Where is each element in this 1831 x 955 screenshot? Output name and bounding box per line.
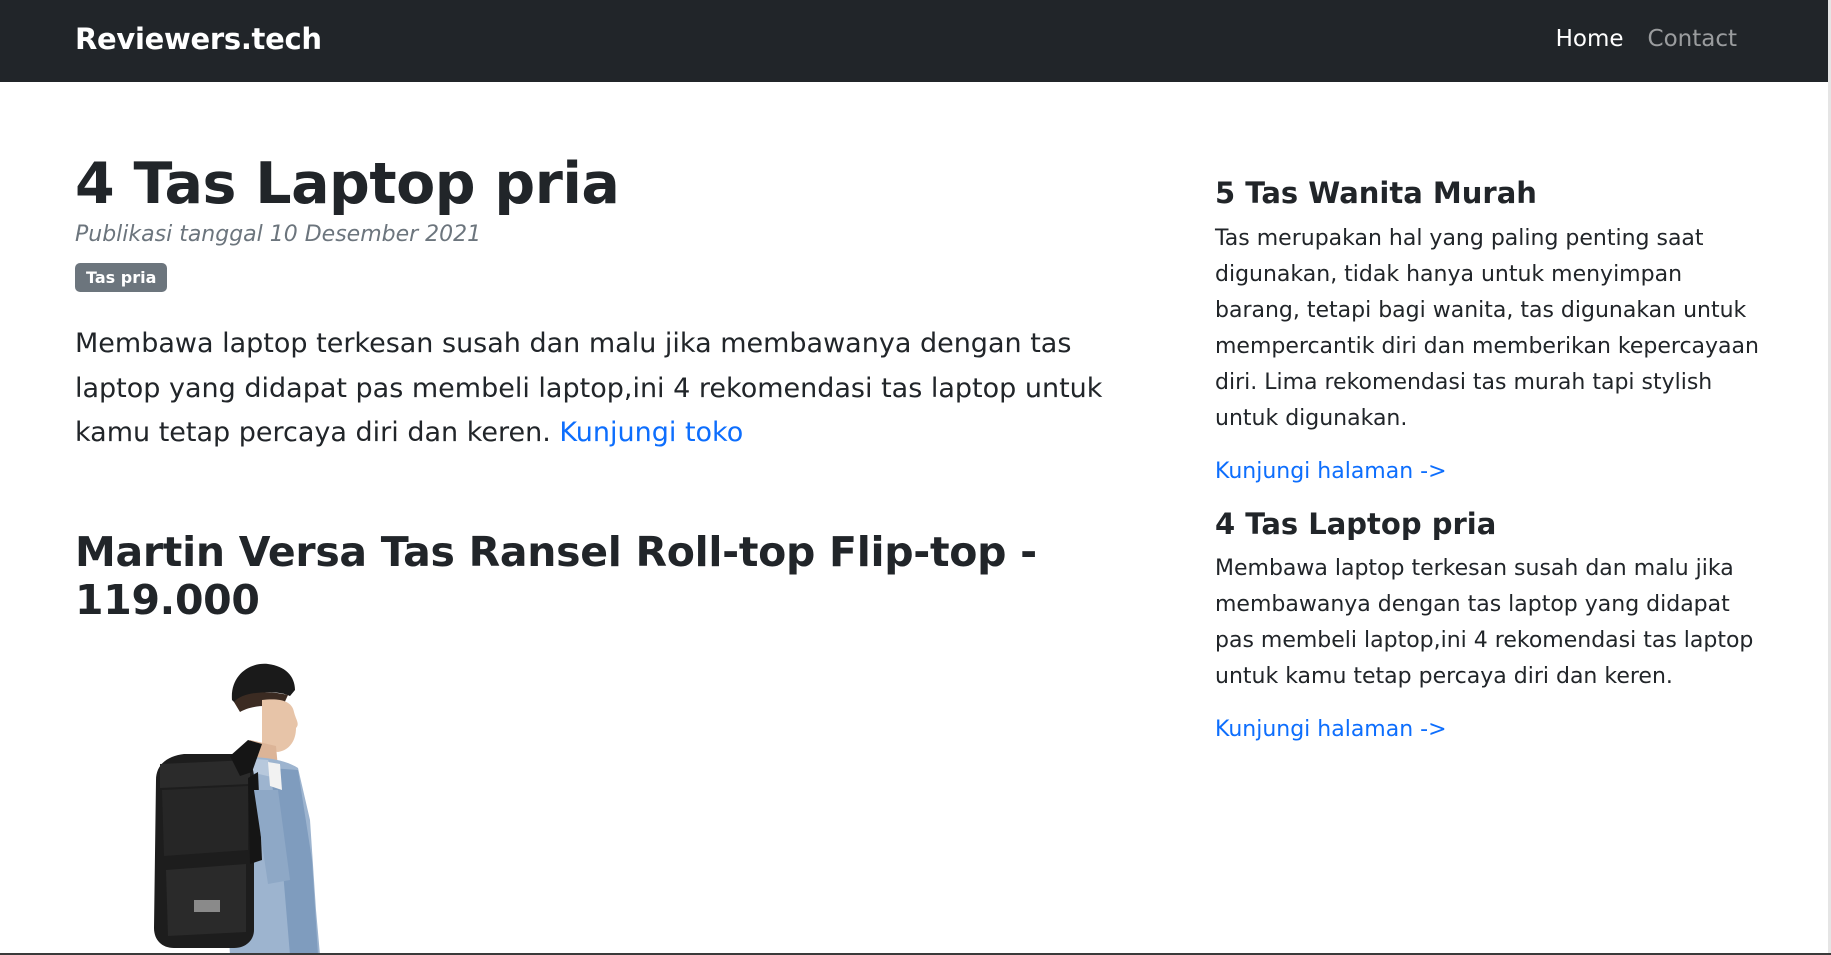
sidebar: 5 Tas Wanita Murah Tas merupakan hal yan… [1215,175,1760,764]
visit-page-link[interactable]: Kunjungi halaman -> [1215,459,1447,484]
page: Reviewers.tech Home Contact 4 Tas Laptop… [0,0,1831,955]
sidebar-card-text: Tas merupakan hal yang paling penting sa… [1215,225,1759,431]
product-image [150,660,360,955]
visit-store-link[interactable]: Kunjungi toko [559,417,743,448]
sidebar-card-title: 4 Tas Laptop pria [1215,506,1497,541]
page-title: 4 Tas Laptop pria [75,151,620,217]
sidebar-card: 4 Tas Laptop pria Membawa laptop terkesa… [1215,506,1760,743]
product-title: Martin Versa Tas Ransel Roll-top Flip-to… [75,528,1037,625]
nav-link-contact[interactable]: Contact [1648,26,1737,52]
sidebar-card: 5 Tas Wanita Murah Tas merupakan hal yan… [1215,175,1760,484]
visit-page-link[interactable]: Kunjungi halaman -> [1215,717,1447,742]
publish-date: Publikasi tanggal 10 Desember 2021 [75,222,482,248]
article-lead: Membawa laptop terkesan susah dan malu j… [75,322,1165,456]
article: 4 Tas Laptop pria Publikasi tanggal 10 D… [75,150,1165,624]
nav-link-home[interactable]: Home [1556,26,1624,52]
man-with-backpack-illustration [154,663,320,955]
sidebar-card-text: Membawa laptop terkesan susah dan malu j… [1215,556,1754,690]
sidebar-card-title: 5 Tas Wanita Murah [1215,176,1537,210]
brand-link[interactable]: Reviewers.tech [75,22,322,56]
nav-links: Home Contact [1556,26,1737,52]
category-badge[interactable]: Tas pria [75,263,168,293]
navbar: Reviewers.tech Home Contact [0,0,1831,82]
